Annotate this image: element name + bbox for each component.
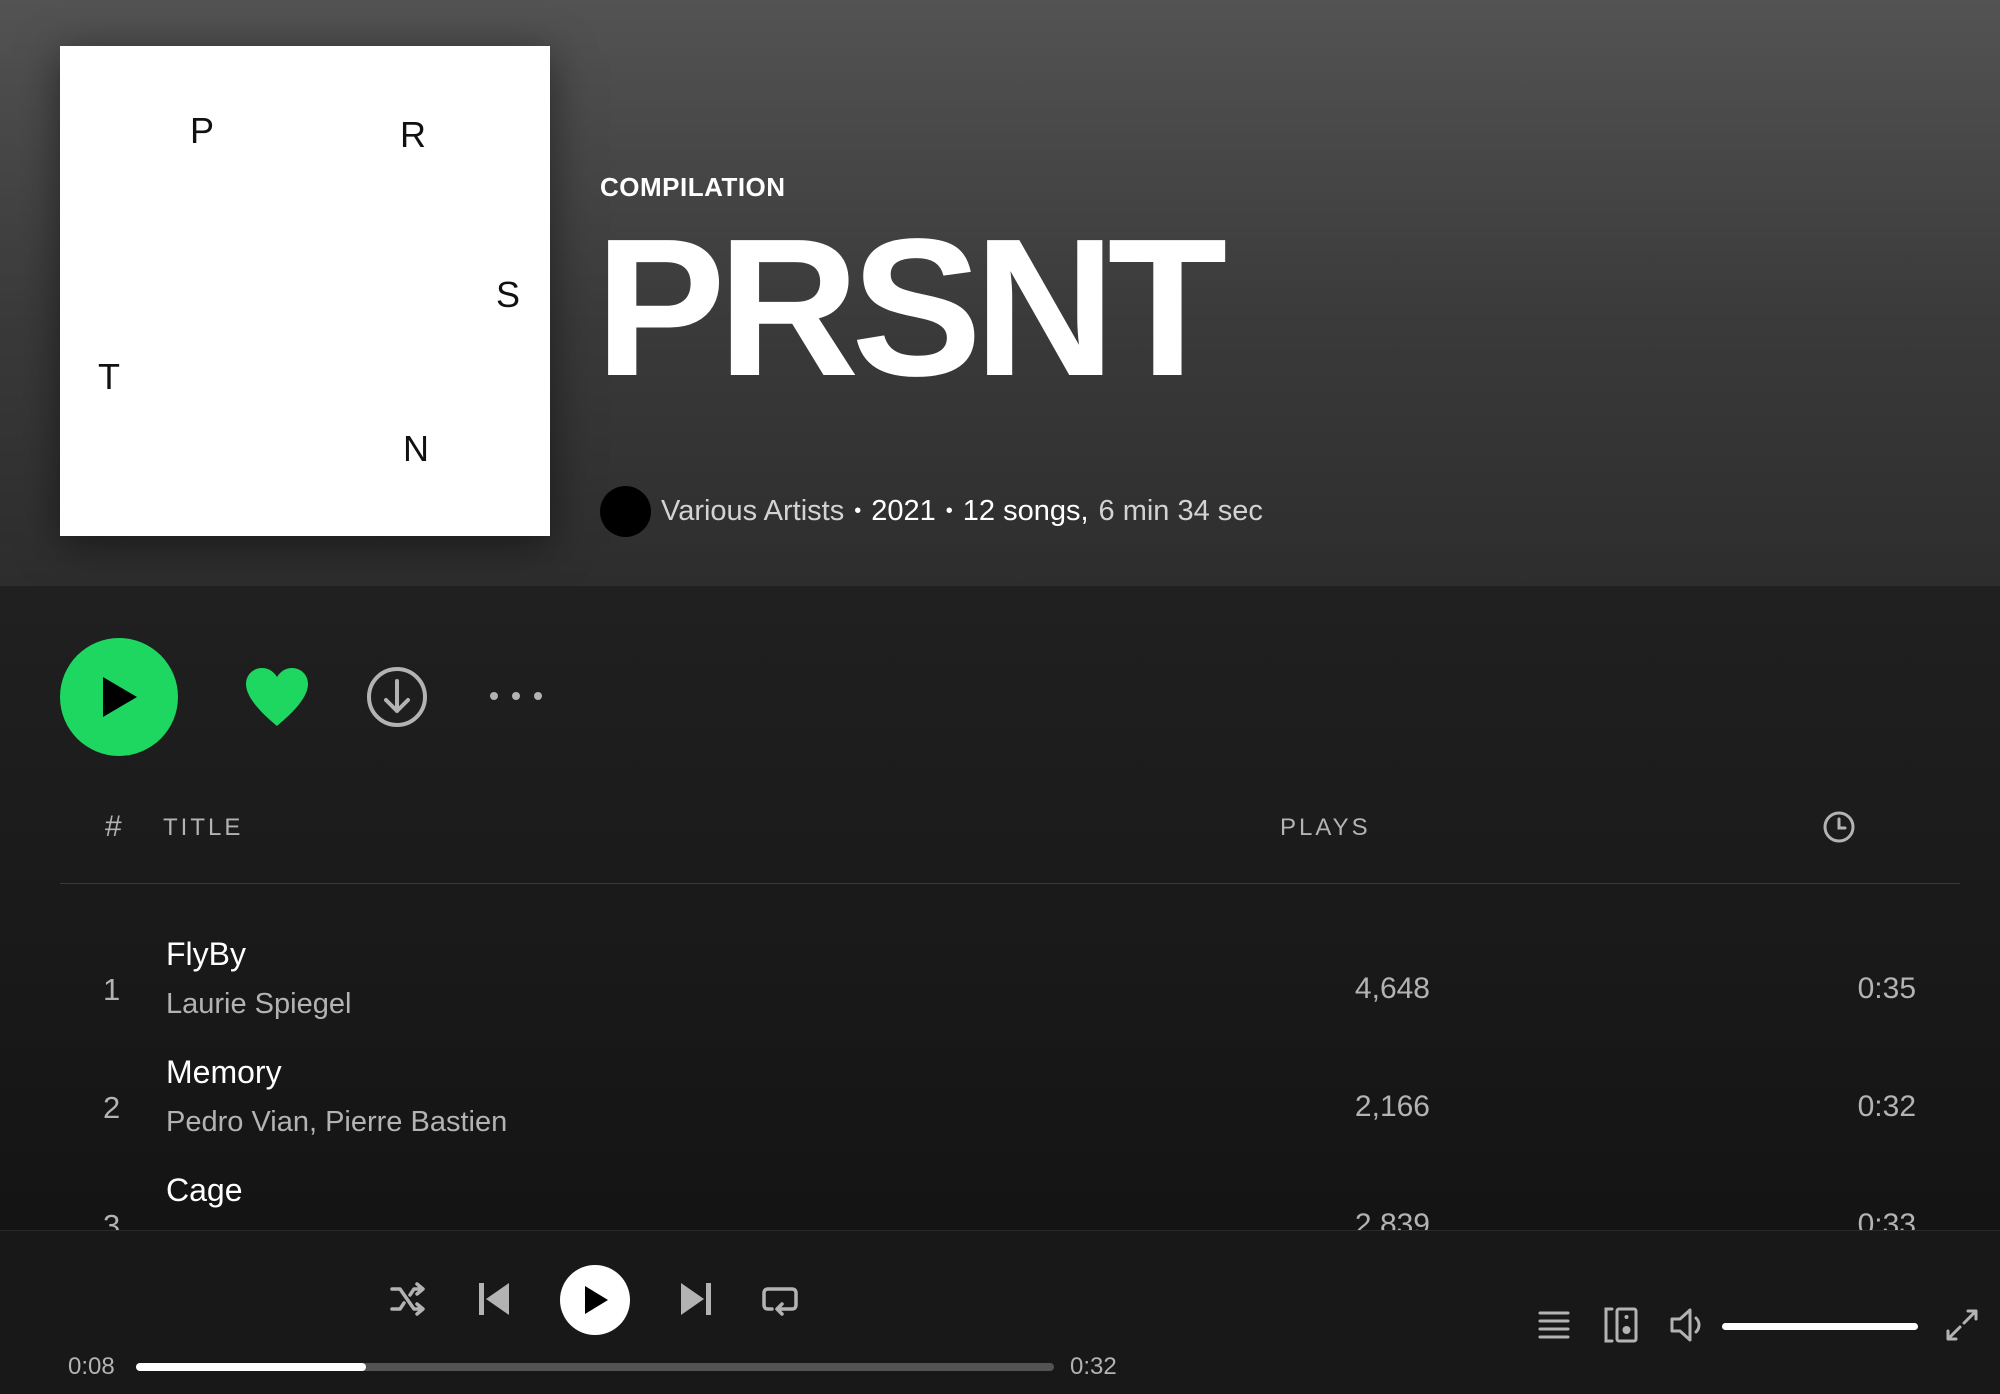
queue-icon[interactable] [1536, 1307, 1572, 1343]
previous-icon[interactable] [476, 1279, 512, 1319]
download-icon[interactable] [366, 666, 428, 728]
cover-letter: P [190, 110, 215, 151]
cover-letter: R [400, 114, 426, 155]
progress-fill [136, 1363, 366, 1371]
track-plays: 4,648 [1354, 972, 1430, 1005]
track-number: 1 [103, 972, 121, 1007]
album-year: 2021 [871, 495, 936, 527]
album-title: PRSNT [595, 198, 1227, 417]
column-number: # [105, 810, 122, 843]
separator-dot: • [945, 500, 953, 522]
track-plays: 2,839 [1354, 1208, 1430, 1230]
track-list-section: # TITLE PLAYS 1 FlyBy Laurie Spiegel 4,6… [0, 586, 2000, 1230]
album-duration: 6 min 34 sec [1098, 495, 1263, 527]
volume-fill [1722, 1323, 1918, 1330]
track-duration: 0:33 [1857, 1208, 1916, 1230]
volume-slider[interactable] [1722, 1323, 1918, 1330]
artist-avatar[interactable] [600, 486, 651, 537]
more-icon[interactable] [486, 676, 546, 716]
table-row[interactable]: 1 FlyBy Laurie Spiegel 4,648 0:35 [60, 936, 1960, 1054]
devices-icon[interactable] [1602, 1305, 1640, 1345]
playback-bar: 0:08 0:32 [0, 1230, 2000, 1394]
track-title[interactable]: Cage [166, 1172, 243, 1209]
next-icon[interactable] [678, 1279, 714, 1319]
table-row[interactable]: 2 Memory Pedro Vian, Pierre Bastien 2,16… [60, 1054, 1960, 1172]
clock-icon[interactable] [1822, 810, 1856, 844]
play-icon [103, 677, 137, 717]
track-duration: 0:35 [1857, 972, 1916, 1005]
repeat-icon[interactable] [760, 1279, 800, 1319]
current-time: 0:08 [68, 1353, 115, 1380]
play-button[interactable] [60, 638, 178, 756]
track-number: 2 [103, 1090, 121, 1125]
heart-icon[interactable] [244, 666, 310, 728]
shuffle-icon[interactable] [388, 1279, 428, 1319]
column-plays[interactable]: PLAYS [1280, 814, 1371, 842]
progress-bar[interactable] [136, 1363, 1054, 1371]
cover-letter: S [496, 274, 521, 315]
play-pause-button[interactable] [560, 1265, 630, 1335]
track-artists[interactable]: Laurie Spiegel [166, 988, 351, 1021]
track-number: 3 [103, 1208, 121, 1230]
artist-link[interactable]: Various Artists [661, 495, 844, 528]
total-time: 0:32 [1070, 1353, 1117, 1380]
play-icon [585, 1286, 608, 1314]
column-title[interactable]: TITLE [163, 814, 243, 842]
track-duration: 0:32 [1857, 1090, 1916, 1123]
cover-letter: T [98, 356, 120, 397]
fullscreen-icon[interactable] [1944, 1307, 1980, 1343]
cover-letter: N [403, 428, 429, 469]
track-title[interactable]: Memory [166, 1054, 282, 1091]
volume-icon[interactable] [1668, 1305, 1708, 1345]
table-row[interactable]: 3 Cage 2,839 0:33 [60, 1172, 1960, 1230]
track-plays: 2,166 [1354, 1090, 1430, 1123]
track-artists[interactable]: Pedro Vian, Pierre Bastien [166, 1106, 507, 1139]
track-title[interactable]: FlyBy [166, 936, 246, 973]
album-header: P R S T N COMPILATION PRSNT Various Arti… [0, 0, 2000, 586]
separator-dot: • [854, 500, 862, 522]
song-count: 12 songs, [962, 495, 1089, 527]
album-meta: Various Artists • 2021 • 12 songs, 6 min… [600, 486, 1263, 537]
table-header: # TITLE PLAYS [60, 810, 1960, 884]
album-cover: P R S T N [60, 46, 550, 536]
